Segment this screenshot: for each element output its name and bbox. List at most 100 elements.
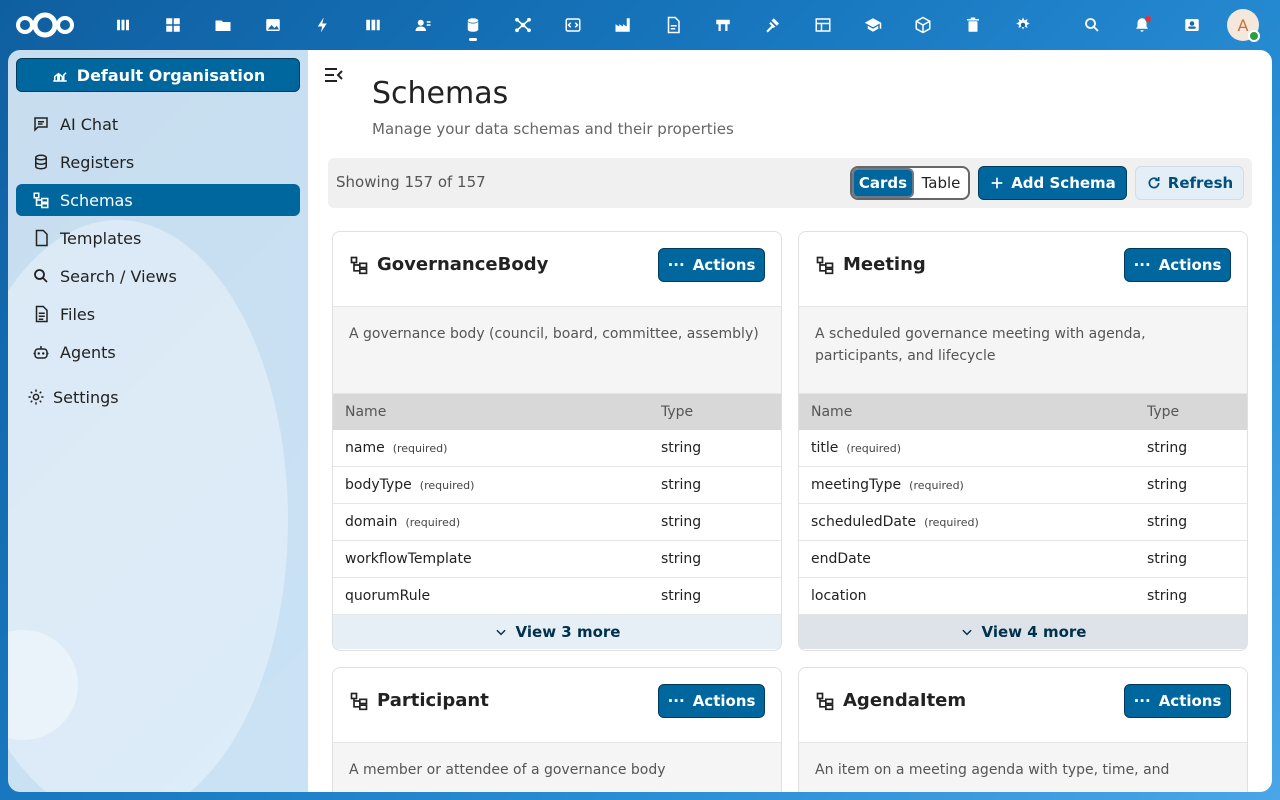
organisation-icon <box>53 72 67 82</box>
board-icon[interactable] <box>712 14 734 36</box>
property-type: string <box>1147 514 1188 530</box>
table-row: title (required) string <box>799 430 1247 467</box>
image-icon[interactable] <box>262 14 284 36</box>
database-icon[interactable] <box>462 14 484 36</box>
actions-label: Actions <box>1158 256 1222 274</box>
contacts-menu-icon[interactable] <box>1181 14 1203 36</box>
view-more-button[interactable]: View 3 more <box>333 615 781 649</box>
page-title: Schemas <box>372 76 509 111</box>
user-avatar[interactable]: A <box>1227 9 1260 42</box>
grid-icon[interactable] <box>162 14 184 36</box>
sidebar-item-registers[interactable]: Registers <box>16 146 300 178</box>
main-content: Schemas Manage your data schemas and the… <box>308 50 1272 792</box>
card-header: AgendaItem ··· Actions <box>799 668 1247 743</box>
card-title-text: Participant <box>377 690 489 711</box>
property-name: scheduledDate <box>811 514 917 530</box>
refresh-button[interactable]: Refresh <box>1135 166 1244 200</box>
column-name-header: Name <box>345 404 387 420</box>
schema-card-governancebody: GovernanceBody ··· Actions A governance … <box>332 231 782 651</box>
required-label: (required) <box>392 441 448 455</box>
files-icon <box>35 305 48 323</box>
property-name: meetingType <box>811 477 902 493</box>
school-icon[interactable] <box>862 14 884 36</box>
sidebar-item-files[interactable]: Files <box>16 298 300 330</box>
schema-card-agendaitem: AgendaItem ··· Actions An item on a meet… <box>798 667 1248 792</box>
property-name: workflowTemplate <box>345 551 472 567</box>
collapse-sidebar-icon[interactable] <box>324 66 344 84</box>
table-icon[interactable] <box>812 14 834 36</box>
actions-label: Actions <box>1158 692 1222 710</box>
cube-icon[interactable] <box>912 14 934 36</box>
chevron-down-icon <box>961 629 972 636</box>
card-description: A governance body (council, board, commi… <box>333 307 781 394</box>
organisation-button[interactable]: Default Organisation <box>16 58 300 92</box>
organisation-label: Default Organisation <box>76 65 266 85</box>
dashboard-icon[interactable] <box>112 14 134 36</box>
required-label: (required) <box>924 515 979 529</box>
cards-view-button[interactable]: Cards <box>852 168 914 198</box>
properties-header: Name Type <box>799 394 1247 430</box>
code-icon[interactable] <box>562 14 584 36</box>
sidebar-item-label: Schemas <box>60 190 133 210</box>
view-more-button[interactable]: View 4 more <box>799 615 1247 649</box>
sidebar-item-label: AI Chat <box>60 114 119 134</box>
network-icon[interactable] <box>512 14 534 36</box>
required-label: (required) <box>419 478 475 492</box>
property-type: string <box>1147 440 1188 456</box>
table-view-button[interactable]: Table <box>914 168 968 198</box>
card-description: A scheduled governance meeting with agen… <box>799 307 1247 394</box>
card-title-text: Meeting <box>843 254 926 275</box>
table-row: meetingType (required) string <box>799 467 1247 504</box>
card-description: An item on a meeting agenda with type, t… <box>799 743 1247 792</box>
factory-icon[interactable] <box>612 14 634 36</box>
card-title: Meeting <box>815 254 926 275</box>
table-row: location string <box>799 578 1247 615</box>
avatar-letter: A <box>1237 15 1249 35</box>
add-schema-button[interactable]: Add Schema <box>978 166 1127 200</box>
sidebar-item-ai-chat[interactable]: AI Chat <box>16 108 300 140</box>
actions-button[interactable]: ··· Actions <box>658 248 765 282</box>
template-icon <box>35 229 48 247</box>
properties-header: Name Type <box>333 394 781 430</box>
deck-icon[interactable] <box>362 14 384 36</box>
search-icon[interactable] <box>1081 14 1103 36</box>
card-title-text: GovernanceBody <box>377 254 549 275</box>
schema-card-participant: Participant ··· Actions A member or atte… <box>332 667 782 792</box>
trash-icon[interactable] <box>962 14 984 36</box>
toolbar: Showing 157 of 157 Cards Table Add Schem… <box>328 158 1252 208</box>
activity-icon[interactable] <box>312 14 334 36</box>
gavel-icon[interactable] <box>762 14 784 36</box>
view-more-label: View 3 more <box>515 623 621 641</box>
plus-icon <box>991 177 1003 189</box>
actions-button[interactable]: ··· Actions <box>1124 248 1231 282</box>
card-header: Meeting ··· Actions <box>799 232 1247 307</box>
sidebar-item-settings[interactable]: Settings <box>11 381 295 413</box>
more-dots-icon: ··· <box>1133 692 1151 710</box>
actions-button[interactable]: ··· Actions <box>658 684 765 718</box>
card-title: AgendaItem <box>815 690 966 711</box>
property-type: string <box>1147 477 1188 493</box>
document-icon[interactable] <box>662 14 684 36</box>
more-dots-icon: ··· <box>1133 256 1151 274</box>
table-row: quorumRule string <box>333 578 781 615</box>
nextcloud-logo-icon[interactable] <box>14 10 76 40</box>
actions-button[interactable]: ··· Actions <box>1124 684 1231 718</box>
sidebar-item-label: Search / Views <box>60 266 177 286</box>
active-app-indicator <box>469 38 477 41</box>
sidebar-item-templates[interactable]: Templates <box>16 222 300 254</box>
sidebar-item-agents[interactable]: Agents <box>16 336 300 368</box>
contacts-icon[interactable] <box>412 14 434 36</box>
schema-icon <box>350 692 368 710</box>
sidebar-item-label: Files <box>60 304 96 324</box>
page-subtitle: Manage your data schemas and their prope… <box>372 120 734 138</box>
schema-card-meeting: Meeting ··· Actions A scheduled governan… <box>798 231 1248 651</box>
actions-label: Actions <box>692 256 756 274</box>
settings-app-icon[interactable] <box>1012 14 1034 36</box>
schema-icon <box>816 692 834 710</box>
folder-icon[interactable] <box>212 14 234 36</box>
actions-label: Actions <box>692 692 756 710</box>
result-count: Showing 157 of 157 <box>336 173 486 191</box>
sidebar-item-search-views[interactable]: Search / Views <box>16 260 300 292</box>
sidebar-item-schemas[interactable]: Schemas <box>16 184 300 216</box>
table-row: scheduledDate (required) string <box>799 504 1247 541</box>
